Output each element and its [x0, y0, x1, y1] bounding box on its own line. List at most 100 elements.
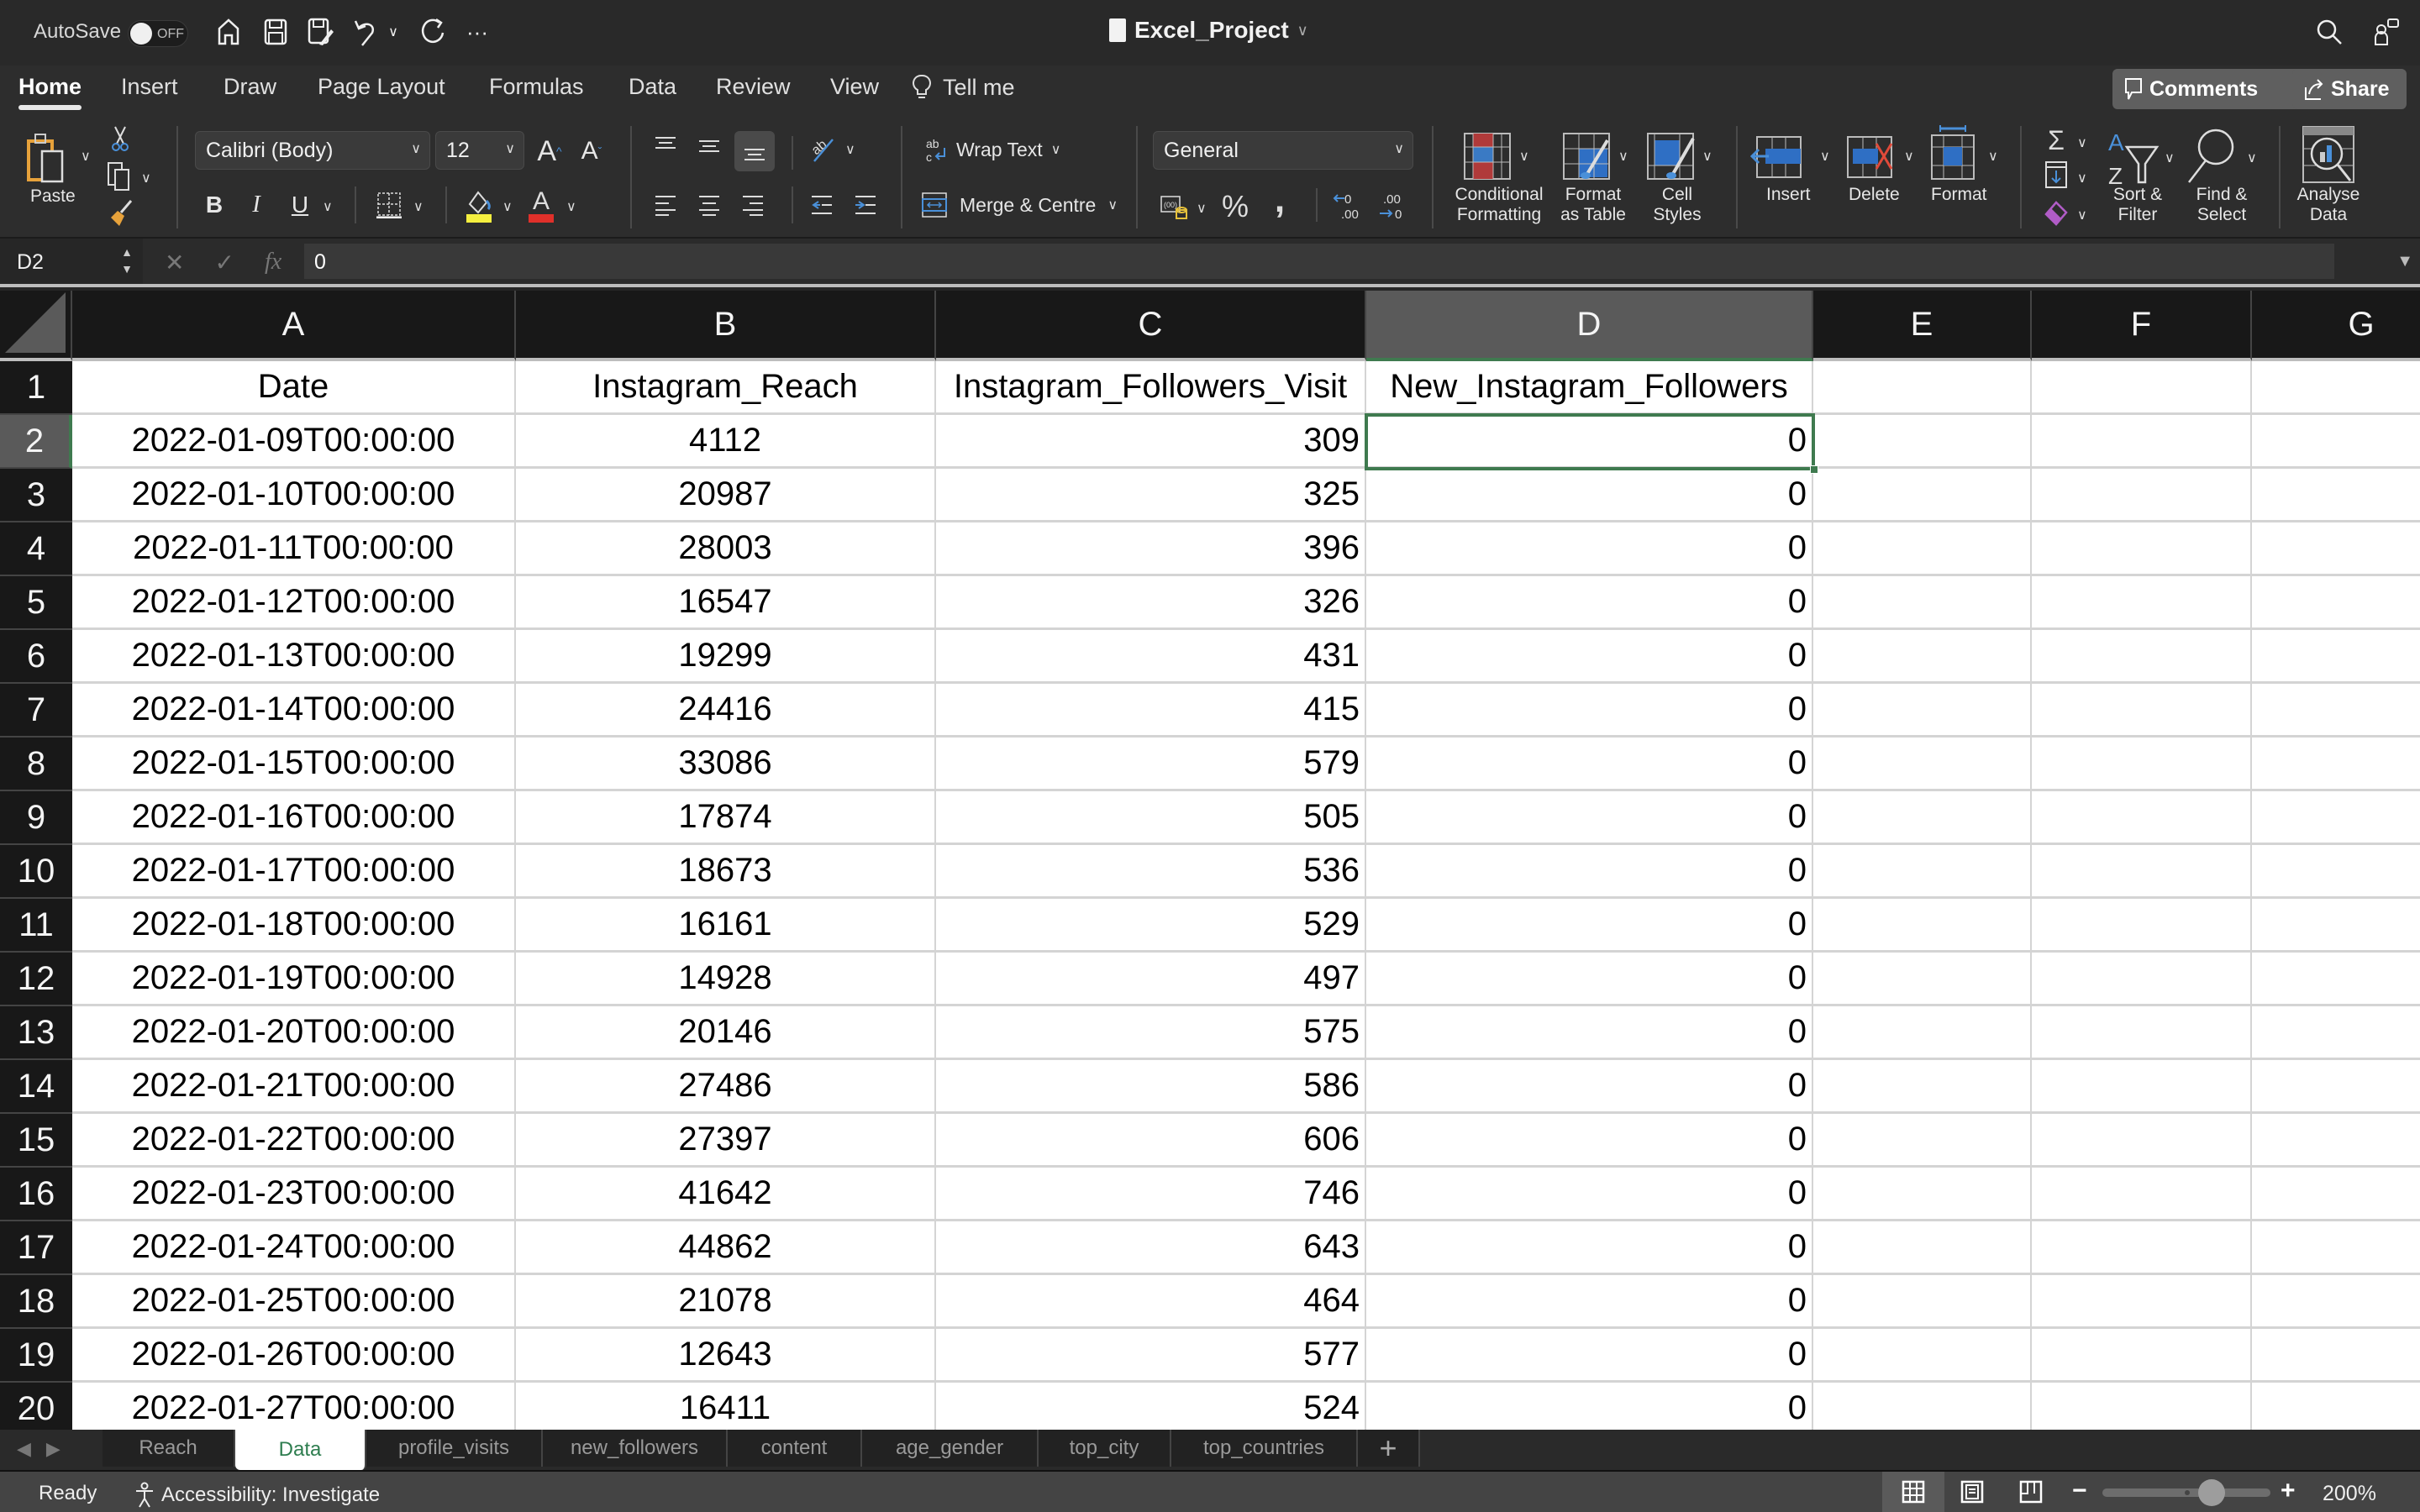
cell-c2[interactable]: 309	[936, 415, 1366, 469]
cell-f6[interactable]	[2032, 630, 2252, 684]
number-format-select[interactable]: General ∨	[1153, 131, 1413, 170]
cell-g4[interactable]	[2252, 522, 2420, 576]
row-header-12[interactable]: 12	[0, 953, 72, 1006]
cell-b7[interactable]: 24416	[516, 684, 936, 738]
fill-icon[interactable]	[2044, 160, 2069, 190]
autosum-dropdown-icon[interactable]: ∨	[2077, 134, 2087, 151]
cell-f10[interactable]	[2032, 845, 2252, 899]
merge-centre-button[interactable]: Merge & Centre ∨	[921, 186, 1118, 223]
sheet-tab-new-followers[interactable]: new_followers	[543, 1430, 728, 1467]
underline-dropdown-icon[interactable]: ∨	[323, 198, 333, 215]
cell-d20[interactable]: 0	[1366, 1383, 1813, 1430]
format-as-table-label[interactable]: Format as Table	[1553, 185, 1634, 225]
cell-styles-dropdown-icon[interactable]: ∨	[1702, 148, 1712, 165]
cell-f15[interactable]	[2032, 1114, 2252, 1168]
cell-g15[interactable]	[2252, 1114, 2420, 1168]
cell-f18[interactable]	[2032, 1275, 2252, 1329]
cell-c1[interactable]: Instagram_Followers_Visit	[936, 361, 1366, 415]
cell-f8[interactable]	[2032, 738, 2252, 791]
cell-c3[interactable]: 325	[936, 469, 1366, 522]
format-as-table-icon[interactable]	[1561, 131, 1612, 183]
autosum-icon[interactable]: Σ	[2044, 125, 2069, 155]
increase-indent-icon[interactable]	[852, 190, 879, 220]
cell-g7[interactable]	[2252, 684, 2420, 738]
sort-filter-label[interactable]: Sort & Filter	[2107, 185, 2168, 225]
cell-b19[interactable]: 12643	[516, 1329, 936, 1383]
cell-g5[interactable]	[2252, 576, 2420, 630]
column-header-d[interactable]: D	[1366, 291, 1813, 361]
cell-f5[interactable]	[2032, 576, 2252, 630]
add-sheet-button[interactable]: +	[1358, 1430, 1420, 1467]
copy-icon[interactable]	[104, 160, 134, 193]
cell-g11[interactable]	[2252, 899, 2420, 953]
accounting-dropdown-icon[interactable]: ∨	[1197, 200, 1207, 217]
cell-a2[interactable]: 2022-01-09T00:00:00	[72, 415, 516, 469]
tab-insert[interactable]: Insert	[121, 74, 178, 100]
cell-d7[interactable]: 0	[1366, 684, 1813, 738]
row-header-10[interactable]: 10	[0, 845, 72, 899]
cell-d17[interactable]: 0	[1366, 1221, 1813, 1275]
align-right-icon[interactable]	[739, 190, 766, 220]
cell-b5[interactable]: 16547	[516, 576, 936, 630]
cell-d19[interactable]: 0	[1366, 1329, 1813, 1383]
page-layout-view-icon[interactable]	[1946, 1472, 1998, 1512]
cell-e1[interactable]	[1813, 361, 2032, 415]
cell-c20[interactable]: 524	[936, 1383, 1366, 1430]
conditional-formatting-dropdown-icon[interactable]: ∨	[1519, 148, 1529, 165]
zoom-slider-thumb[interactable]	[2198, 1479, 2225, 1506]
cell-d1[interactable]: New_Instagram_Followers	[1366, 361, 1813, 415]
conditional-formatting-label[interactable]: Conditional Formatting	[1447, 185, 1551, 225]
cell-d5[interactable]: 0	[1366, 576, 1813, 630]
cell-f1[interactable]	[2032, 361, 2252, 415]
find-select-dropdown-icon[interactable]: ∨	[2247, 150, 2257, 166]
cell-b4[interactable]: 28003	[516, 522, 936, 576]
cell-c11[interactable]: 529	[936, 899, 1366, 953]
cell-e13[interactable]	[1813, 1006, 2032, 1060]
cell-e19[interactable]	[1813, 1329, 2032, 1383]
cell-d6[interactable]: 0	[1366, 630, 1813, 684]
cell-f4[interactable]	[2032, 522, 2252, 576]
cell-c16[interactable]: 746	[936, 1168, 1366, 1221]
cell-b10[interactable]: 18673	[516, 845, 936, 899]
normal-view-icon[interactable]	[1882, 1472, 1944, 1512]
orientation-icon[interactable]: ab	[808, 131, 837, 165]
borders-icon[interactable]	[375, 190, 403, 220]
format-cells-label[interactable]: Format	[1931, 185, 1987, 205]
cell-e10[interactable]	[1813, 845, 2032, 899]
select-all-button[interactable]	[0, 291, 72, 361]
align-top-icon[interactable]	[652, 131, 679, 161]
cell-f13[interactable]	[2032, 1006, 2252, 1060]
zoom-out-button[interactable]: −	[2072, 1477, 2087, 1505]
sheet-tab-data[interactable]: Data	[235, 1430, 366, 1470]
row-header-19[interactable]: 19	[0, 1329, 72, 1383]
sheet-tab-age-gender[interactable]: age_gender	[862, 1430, 1039, 1467]
tab-page-layout[interactable]: Page Layout	[318, 74, 445, 100]
cell-b11[interactable]: 16161	[516, 899, 936, 953]
row-header-4[interactable]: 4	[0, 522, 72, 576]
document-title[interactable]: Excel_Project ∨	[1109, 17, 1308, 44]
cell-g13[interactable]	[2252, 1006, 2420, 1060]
row-header-6[interactable]: 6	[0, 630, 72, 684]
accounting-format-icon[interactable]: (00)	[1158, 190, 1192, 223]
cell-e16[interactable]	[1813, 1168, 2032, 1221]
clear-dropdown-icon[interactable]: ∨	[2077, 207, 2087, 223]
cell-c8[interactable]: 579	[936, 738, 1366, 791]
fill-color-icon[interactable]	[464, 186, 494, 223]
cell-b16[interactable]: 41642	[516, 1168, 936, 1221]
cancel-icon[interactable]: ✕	[165, 249, 184, 276]
row-header-15[interactable]: 15	[0, 1114, 72, 1168]
next-sheet-icon[interactable]: ▶	[46, 1438, 60, 1460]
row-header-5[interactable]: 5	[0, 576, 72, 630]
increase-font-size-icon[interactable]: A ^	[534, 134, 565, 168]
analyse-data-label[interactable]: Analyse Data	[2291, 185, 2366, 225]
cell-c5[interactable]: 326	[936, 576, 1366, 630]
wrap-text-button[interactable]: ab c Wrap Text ∨	[924, 133, 1060, 166]
cell-g6[interactable]	[2252, 630, 2420, 684]
cell-styles-icon[interactable]	[1645, 131, 1696, 183]
cell-b6[interactable]: 19299	[516, 630, 936, 684]
format-painter-icon[interactable]	[106, 198, 134, 228]
analyse-data-icon[interactable]	[2299, 124, 2358, 186]
save-icon[interactable]	[259, 15, 292, 49]
previous-sheet-icon[interactable]: ◀	[17, 1438, 31, 1460]
cell-d3[interactable]: 0	[1366, 469, 1813, 522]
